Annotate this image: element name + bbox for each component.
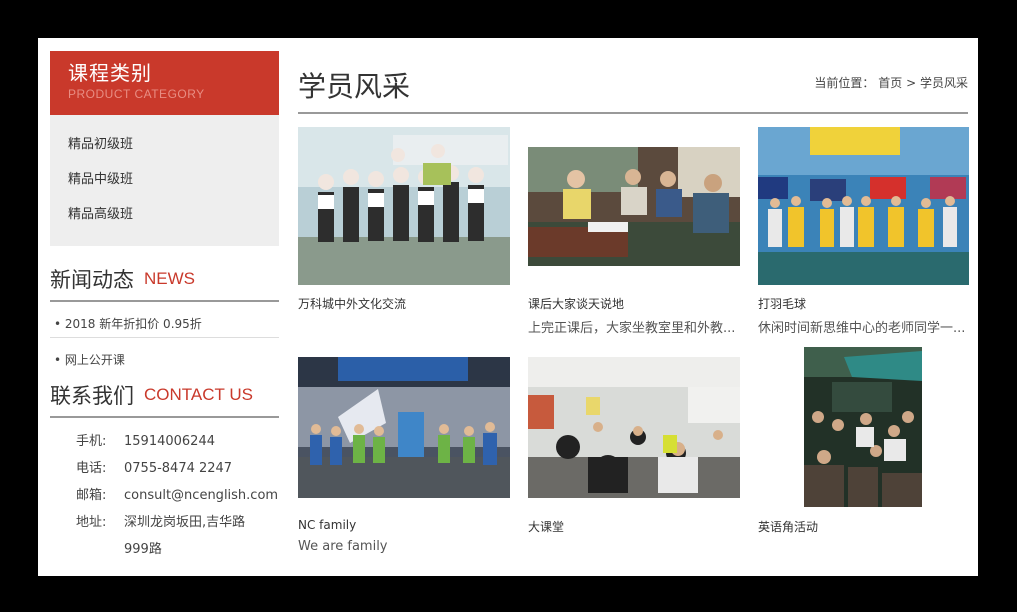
category-subtitle: PRODUCT CATEGORY [68, 87, 205, 101]
contact-phone: 电话: 0755-8474 2247 [76, 455, 279, 482]
photo-card-title[interactable]: NC family [298, 518, 356, 532]
category-list: 精品初级班 精品中级班 精品高级班 [50, 115, 279, 246]
photo-card-title[interactable]: 打羽毛球 [758, 295, 806, 312]
photo-card-desc: 上完正课后，大家坐教室里和外教... [528, 321, 736, 336]
category-item-intermediate[interactable]: 精品中级班 [50, 162, 279, 197]
photo-card-desc: We are family [298, 539, 388, 554]
contact-info: 手机: 15914006244 电话: 0755-8474 2247 邮箱: c… [50, 428, 279, 563]
breadcrumb-separator: > [906, 76, 917, 90]
main-header: 学员风采 当前位置： 首页 > 学员风采 [298, 38, 968, 114]
main-content: 学员风采 当前位置： 首页 > 学员风采 万科城中外文化交流 课后大家谈天说地 … [298, 38, 969, 554]
contact-label: 手机: [76, 434, 107, 449]
sidebar: 课程类别 PRODUCT CATEGORY 精品初级班 精品中级班 精品高级班 … [50, 51, 279, 563]
breadcrumb: 当前位置： 首页 > 学员风采 [814, 74, 968, 91]
category-title: 课程类别 [68, 61, 152, 85]
photo-card-title[interactable]: 英语角活动 [758, 518, 818, 535]
contact-title-en: CONTACT US [144, 385, 253, 404]
photo-card-desc: 休闲时间新思维中心的老师同学一... [758, 321, 966, 336]
contact-mobile: 手机: 15914006244 [76, 428, 279, 455]
news-list: • 2018 新年折扣价 0.95折 • 网上公开课 [50, 302, 279, 374]
contact-value: 15914006244 [124, 434, 215, 449]
breadcrumb-current: 学员风采 [919, 76, 968, 90]
contact-value: 深圳龙岗坂田,吉华路999路 [124, 515, 246, 557]
news-item[interactable]: • 网上公开课 [50, 338, 279, 374]
photo-card[interactable]: 打羽毛球 休闲时间新思维中心的老师同学一... [758, 127, 970, 347]
photo-card[interactable]: 课后大家谈天说地 上完正课后，大家坐教室里和外教... [528, 127, 740, 347]
contact-label: 地址: [76, 515, 107, 530]
contact-header: 联系我们 CONTACT US [50, 380, 279, 418]
photo-thumbnail[interactable] [528, 147, 740, 266]
category-item-advanced[interactable]: 精品高级班 [50, 197, 279, 232]
contact-title-zh: 联系我们 [50, 384, 134, 408]
photo-card[interactable]: 英语角活动 [758, 347, 970, 557]
contact-label: 邮箱: [76, 488, 107, 503]
news-title-zh: 新闻动态 [50, 268, 134, 292]
photo-thumbnail[interactable] [804, 347, 922, 507]
contact-value: 0755-8474 2247 [124, 461, 233, 476]
category-item-beginner[interactable]: 精品初级班 [50, 127, 279, 162]
page-title: 学员风采 [298, 70, 411, 103]
photo-thumbnail[interactable] [298, 357, 510, 498]
contact-label: 电话: [76, 461, 107, 476]
contact-email: 邮箱: consult@ncenglish.com [76, 482, 279, 509]
photo-thumbnail[interactable] [528, 357, 740, 498]
news-header: 新闻动态 NEWS [50, 264, 279, 302]
category-header: 课程类别 PRODUCT CATEGORY [50, 51, 279, 115]
photo-card-title[interactable]: 万科城中外文化交流 [298, 295, 406, 312]
browser-viewport: 课程类别 PRODUCT CATEGORY 精品初级班 精品中级班 精品高级班 … [38, 38, 978, 576]
photo-card[interactable]: NC family We are family [298, 357, 510, 557]
photo-card[interactable]: 大课堂 [528, 357, 740, 557]
news-item[interactable]: • 2018 新年折扣价 0.95折 [50, 302, 279, 338]
photo-card-title[interactable]: 大课堂 [528, 518, 564, 535]
contact-address: 地址: 深圳龙岗坂田,吉华路999路 [76, 509, 279, 563]
breadcrumb-prefix: 当前位置： [814, 76, 875, 90]
news-title-en: NEWS [144, 269, 195, 288]
contact-value[interactable]: consult@ncenglish.com [124, 482, 278, 509]
photo-thumbnail[interactable] [758, 127, 969, 285]
breadcrumb-home-link[interactable]: 首页 [878, 76, 902, 90]
device-frame: 课程类别 PRODUCT CATEGORY 精品初级班 精品中级班 精品高级班 … [0, 0, 1017, 612]
photo-card[interactable]: 万科城中外文化交流 [298, 127, 510, 327]
photo-thumbnail[interactable] [298, 127, 510, 285]
photo-card-title[interactable]: 课后大家谈天说地 [528, 295, 624, 312]
